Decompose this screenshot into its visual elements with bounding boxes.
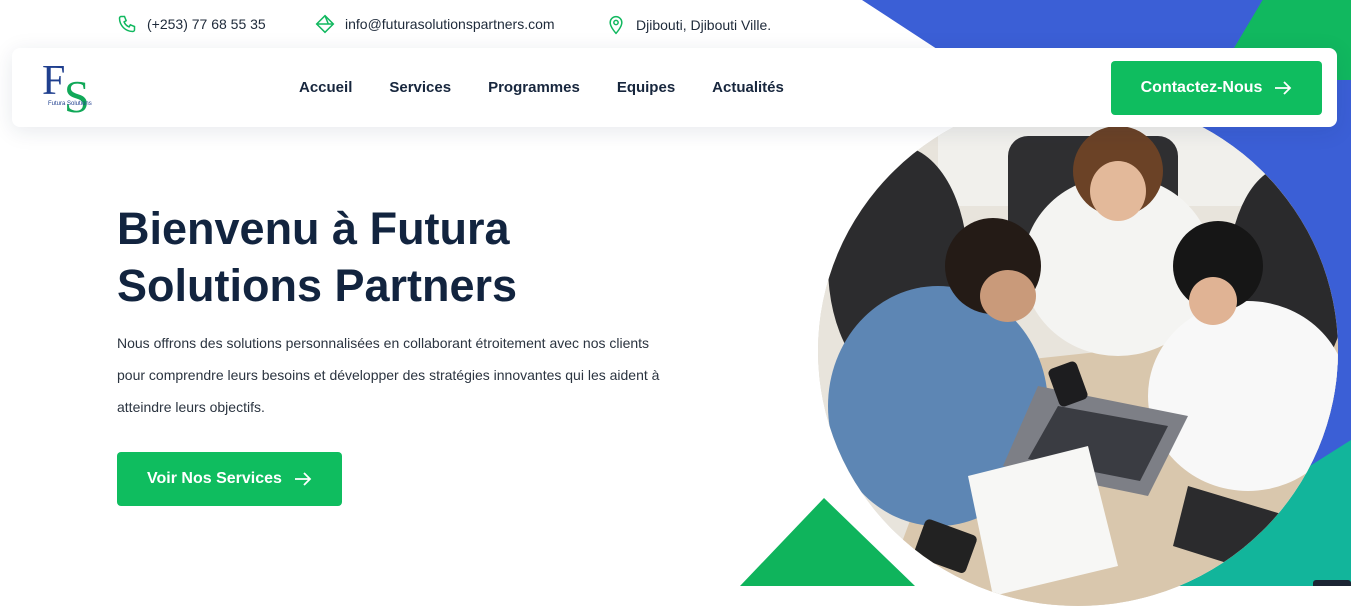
company-logo[interactable]: F S Futura Solutions xyxy=(42,58,102,120)
nav-item-equipes[interactable]: Equipes xyxy=(617,79,675,96)
hero-title: Bienvenu à Futura Solutions Partners xyxy=(117,203,518,311)
location-text: Djibouti, Djibouti Ville. xyxy=(636,17,772,33)
nav-item-programmes[interactable]: Programmes xyxy=(488,79,580,96)
contact-phone[interactable]: (+253) 77 68 55 35 xyxy=(117,14,266,34)
scroll-to-top-button[interactable] xyxy=(1313,580,1351,586)
arrow-right-icon xyxy=(294,472,312,486)
hero-description: Nous offrons des solutions personnalisée… xyxy=(117,335,660,415)
main-header: F S Futura Solutions Accueil Services Pr… xyxy=(12,48,1337,127)
view-services-button[interactable]: Voir Nos Services xyxy=(117,452,342,506)
contact-email[interactable]: info@futurasolutionspartners.com xyxy=(315,14,555,34)
phone-number: (+253) 77 68 55 35 xyxy=(147,16,266,32)
logo-letter-f: F xyxy=(42,58,66,104)
main-nav: Accueil Services Programmes Equipes Actu… xyxy=(299,48,821,127)
phone-icon xyxy=(118,15,136,33)
contact-us-label: Contactez-Nous xyxy=(1140,79,1263,96)
email-address: info@futurasolutionspartners.com xyxy=(345,16,555,32)
nav-item-accueil[interactable]: Accueil xyxy=(299,79,352,96)
contact-location: Djibouti, Djibouti Ville. xyxy=(606,12,771,38)
contact-us-button[interactable]: Contactez-Nous xyxy=(1111,61,1322,115)
contact-bar: (+253) 77 68 55 35 info@futurasolutionsp… xyxy=(0,0,860,48)
hero-team-photo xyxy=(818,96,1338,606)
location-pin-icon xyxy=(609,15,623,35)
arrow-right-icon xyxy=(1275,81,1292,95)
logo-tagline: Futura Solutions xyxy=(48,101,92,107)
team-meeting-illustration xyxy=(818,96,1338,606)
nav-item-actualites[interactable]: Actualités xyxy=(712,79,784,96)
nav-item-services[interactable]: Services xyxy=(389,79,451,96)
email-icon xyxy=(315,14,335,34)
view-services-label: Voir Nos Services xyxy=(147,470,282,487)
logo-letter-s: S xyxy=(64,71,90,122)
